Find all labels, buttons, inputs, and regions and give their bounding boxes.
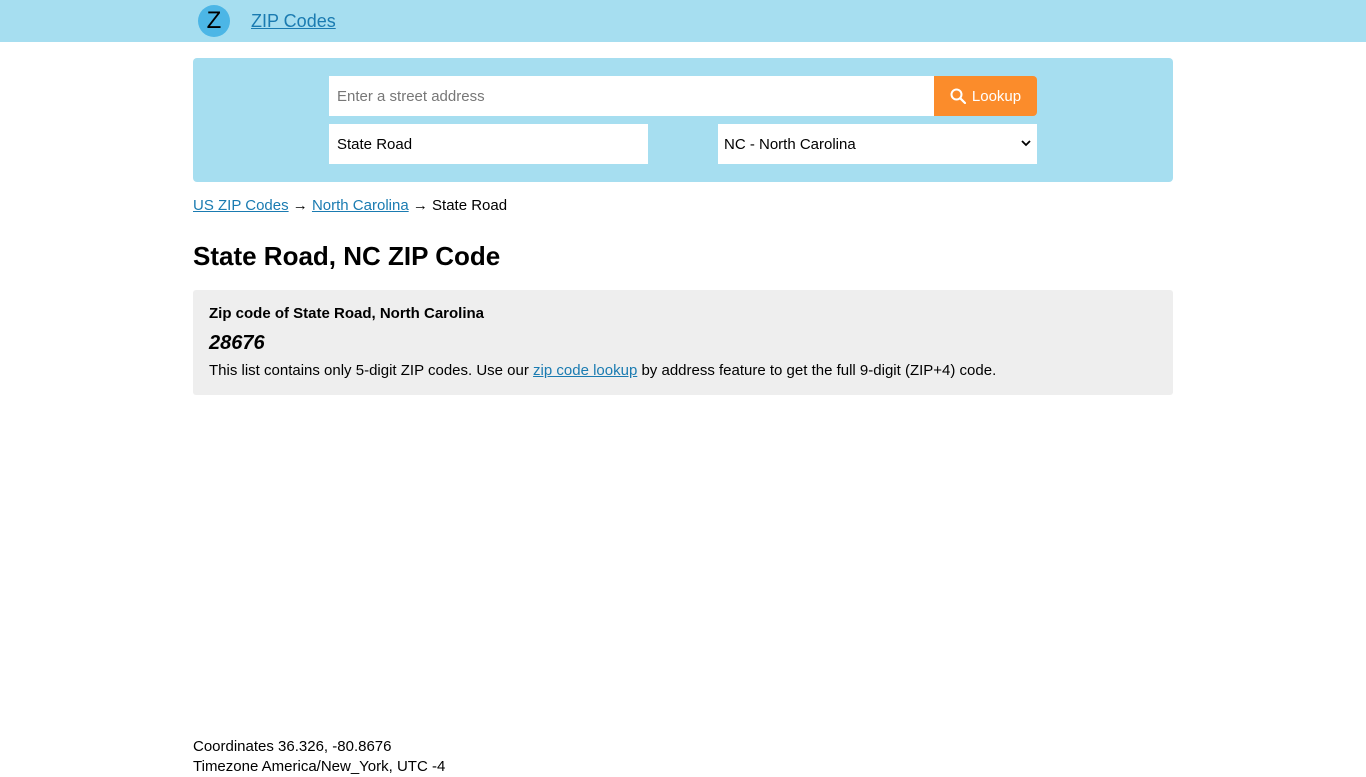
logo-badge[interactable]: Z	[198, 5, 230, 37]
timezone-text: Timezone America/New_York, UTC -4	[193, 758, 446, 775]
state-select-value: NC - North Carolina	[724, 135, 856, 153]
breadcrumb-link-home[interactable]: US ZIP Codes	[193, 197, 289, 214]
lookup-button-label: Lookup	[971, 87, 1022, 105]
breadcrumb-link-state[interactable]: North Carolina	[312, 197, 409, 214]
zip-code-lookup-link[interactable]: zip code lookup	[533, 362, 637, 379]
search-panel: Lookup NC - North Carolina	[193, 58, 1173, 182]
state-select[interactable]: NC - North Carolina	[718, 124, 1037, 164]
brand-link[interactable]: ZIP Codes	[251, 10, 336, 32]
zip-code-value: 28676	[209, 332, 265, 354]
top-header-bar: Z ZIP Codes	[0, 0, 1366, 42]
zip-code-card: Zip code of State Road, North Carolina 2…	[193, 290, 1173, 395]
breadcrumb-current: State Road	[432, 197, 508, 214]
note-text-after: by address feature to get the full 9-dig…	[641, 362, 997, 379]
breadcrumb-separator: →	[412, 197, 428, 214]
note-text-before: This list contains only 5-digit ZIP code…	[209, 362, 529, 379]
breadcrumb: US ZIP Codes → North Carolina → State Ro…	[193, 197, 507, 215]
street-address-input[interactable]	[329, 76, 934, 116]
lookup-button[interactable]: Lookup	[934, 76, 1037, 116]
search-icon	[950, 88, 966, 104]
city-input[interactable]	[329, 124, 648, 164]
zip-card-note: This list contains only 5-digit ZIP code…	[209, 362, 996, 380]
breadcrumb-separator: →	[292, 197, 308, 214]
location-info: Coordinates 36.326, -80.8676 Timezone Am…	[193, 737, 445, 777]
zip-card-heading: Zip code of State Road, North Carolina	[209, 305, 485, 322]
page-title: State Road, NC ZIP Code	[193, 241, 501, 271]
coordinates-text: Coordinates 36.326, -80.8676	[193, 738, 392, 755]
logo-letter: Z	[206, 7, 222, 34]
chevron-down-icon	[1021, 140, 1031, 147]
